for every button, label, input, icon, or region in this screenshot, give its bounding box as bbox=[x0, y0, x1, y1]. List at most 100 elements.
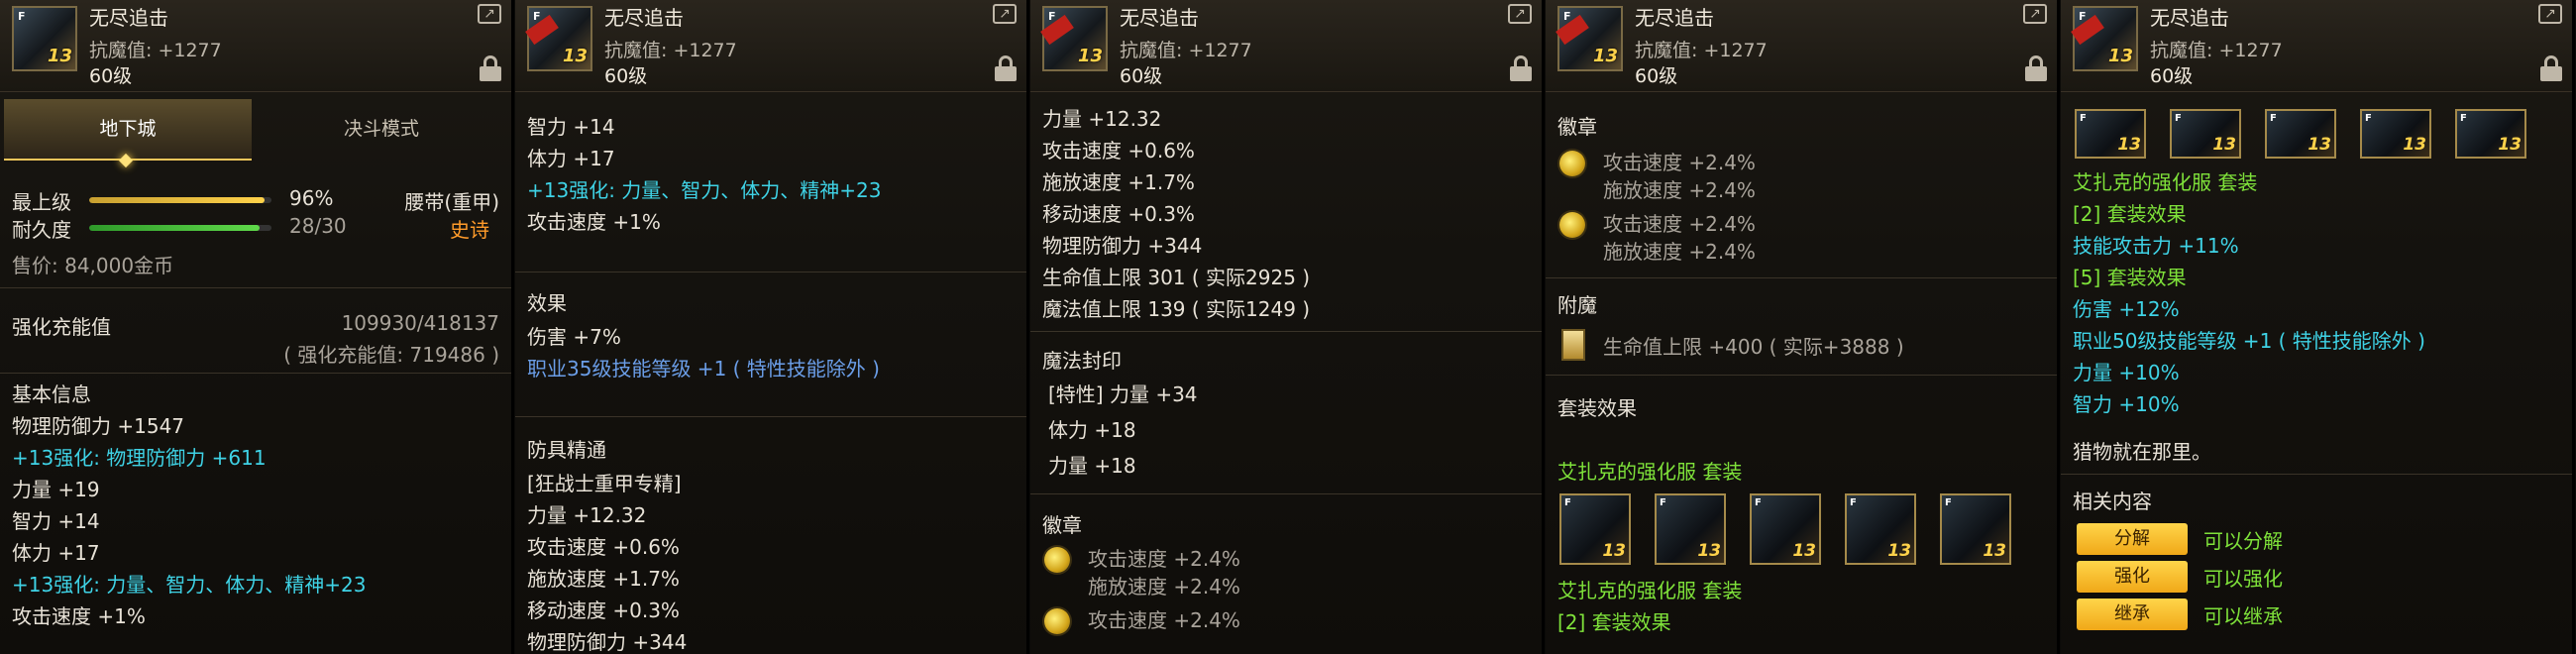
set-bonus-line: 智力 +10% bbox=[2073, 392, 2180, 416]
stat-line: 攻击速度 +1% bbox=[12, 604, 146, 628]
set-item-icon[interactable]: F 13 bbox=[1750, 493, 1821, 565]
set-bonus-line: 伤害 +12% bbox=[2073, 297, 2180, 321]
set-item-icon[interactable]: F 13 bbox=[2170, 109, 2241, 159]
grade-bar-fill bbox=[89, 197, 265, 203]
share-icon[interactable]: ↗ bbox=[993, 4, 1017, 24]
lock-icon[interactable] bbox=[995, 55, 1017, 81]
charge-label: 强化充能值 bbox=[12, 315, 111, 339]
enchant-title: 附魔 bbox=[1557, 293, 1597, 317]
equipped-stamp-icon bbox=[525, 14, 559, 46]
item-name: 无尽追击 bbox=[1120, 6, 1199, 30]
mastery-line: 攻击速度 +0.6% bbox=[527, 535, 680, 559]
magic-seal-line: [特性] 力量 +34 bbox=[1048, 382, 1198, 406]
item-icon-tag: F bbox=[1048, 10, 1056, 23]
mastery-line: 施放速度 +1.7% bbox=[527, 567, 680, 591]
emblem-icon[interactable] bbox=[1044, 608, 1070, 634]
stat-line: 物理防御力 +1547 bbox=[12, 414, 185, 438]
set-item-tag: F bbox=[2175, 113, 2182, 124]
item-level: 60级 bbox=[2150, 65, 2194, 87]
mastery-line: 移动速度 +0.3% bbox=[527, 599, 680, 622]
share-icon[interactable]: ↗ bbox=[478, 4, 501, 24]
set-item-icon[interactable]: F 13 bbox=[2455, 109, 2526, 159]
set-item-tag: F bbox=[2270, 113, 2277, 124]
emblem-stat: 攻击速度 +2.4% bbox=[1088, 547, 1240, 571]
set-item-plus: 13 bbox=[1602, 541, 1626, 561]
set-item-icon[interactable]: F 13 bbox=[1940, 493, 2011, 565]
action-button[interactable]: 继承 bbox=[2077, 599, 2188, 630]
active-tab-indicator bbox=[118, 153, 134, 168]
set-item-plus: 13 bbox=[2212, 135, 2236, 155]
share-icon[interactable]: ↗ bbox=[1508, 4, 1532, 24]
item-resist: 抗魔值: +1277 bbox=[2150, 40, 2283, 61]
item-icon[interactable]: F 13 bbox=[525, 6, 592, 71]
tooltip-header: F 13 无尽追击 抗魔值: +1277 60级 ↗ bbox=[515, 0, 1026, 92]
enchant-card-icon[interactable] bbox=[1561, 329, 1585, 361]
item-icon[interactable]: F 13 bbox=[1040, 6, 1108, 71]
action-description: 可以分解 bbox=[2203, 529, 2283, 553]
equipped-stamp-icon bbox=[2071, 14, 2104, 46]
lock-icon[interactable] bbox=[1510, 55, 1532, 81]
set-name: 艾扎克的强化服 套装 bbox=[1557, 460, 1743, 484]
base-info-title: 基本信息 bbox=[12, 382, 91, 406]
magic-seal-line: 体力 +18 bbox=[1048, 418, 1136, 442]
magic-seal-title: 魔法封印 bbox=[1042, 349, 1122, 373]
tab-duel[interactable]: 决斗模式 bbox=[258, 99, 505, 159]
lock-icon[interactable] bbox=[2025, 55, 2047, 81]
set-bonus-line: 力量 +10% bbox=[2073, 361, 2180, 384]
effect-line: 职业35级技能等级 +1 ( 特性技能除外 ) bbox=[527, 357, 880, 381]
tooltip-panel-3: F 13 无尽追击 抗魔值: +1277 60级 ↗ 力量 +12.32 攻击速度 … bbox=[1030, 0, 1545, 654]
set-item-icon[interactable]: F 13 bbox=[2265, 109, 2336, 159]
set-bonus-line: 技能攻击力 +11% bbox=[2073, 234, 2239, 258]
share-icon[interactable]: ↗ bbox=[2023, 4, 2047, 24]
item-name: 无尽追击 bbox=[2150, 6, 2229, 30]
set-effect-title: 套装效果 bbox=[1557, 396, 1637, 420]
emblem-title: 徽章 bbox=[1557, 115, 1597, 139]
stat-line: 移动速度 +0.3% bbox=[1042, 202, 1195, 226]
set-item-icon[interactable]: F 13 bbox=[1845, 493, 1916, 565]
charge-total: ( 强化充能值: 719486 ) bbox=[283, 343, 499, 367]
item-icon[interactable]: F 13 bbox=[2071, 6, 2138, 71]
stat-line: 魔法值上限 139 ( 实际1249 ) bbox=[1042, 297, 1311, 321]
item-icon-tag: F bbox=[18, 10, 26, 23]
action-description: 可以继承 bbox=[2203, 604, 2283, 628]
effect-line: 伤害 +7% bbox=[527, 325, 621, 349]
set-item-icon[interactable]: F 13 bbox=[2075, 109, 2146, 159]
set-item-tag: F bbox=[2365, 113, 2372, 124]
emblem-icon[interactable] bbox=[1559, 151, 1585, 176]
magic-seal-line: 力量 +18 bbox=[1048, 454, 1136, 478]
set-item-plus: 13 bbox=[1983, 541, 2006, 561]
set-item-plus: 13 bbox=[2498, 135, 2522, 155]
set-item-icon[interactable]: F 13 bbox=[1559, 493, 1631, 565]
divider bbox=[515, 416, 1026, 417]
set-item-icon[interactable]: F 13 bbox=[1655, 493, 1726, 565]
durability-label: 耐久度 bbox=[12, 218, 71, 242]
tooltip-panel-5: F 13 无尽追击 抗魔值: +1277 60级 ↗ F 13 F 13 F 13 F 13 F 1… bbox=[2061, 0, 2575, 654]
emblem-icon[interactable] bbox=[1044, 547, 1070, 573]
tab-dungeon[interactable]: 地下城 bbox=[4, 99, 252, 168]
item-plus: 13 bbox=[47, 46, 72, 66]
set-item-icon[interactable]: F 13 bbox=[2360, 109, 2431, 159]
durability-bar bbox=[89, 225, 271, 231]
set-item-plus: 13 bbox=[1792, 541, 1816, 561]
emblem-icon[interactable] bbox=[1559, 212, 1585, 238]
item-icon[interactable]: F 13 bbox=[1556, 6, 1623, 71]
stat-line: 智力 +14 bbox=[527, 115, 615, 139]
set-item-tag: F bbox=[2080, 113, 2087, 124]
mode-tabs: 地下城 决斗模式 bbox=[4, 99, 507, 168]
item-resist: 抗魔值: +1277 bbox=[1635, 40, 1768, 61]
item-icon[interactable]: F 13 bbox=[12, 6, 77, 71]
action-button[interactable]: 分解 bbox=[2077, 523, 2188, 555]
effect-title: 效果 bbox=[527, 291, 567, 315]
lock-icon[interactable] bbox=[2540, 55, 2562, 81]
set-name-2: 艾扎克的强化服 套装 bbox=[1557, 579, 1743, 602]
tooltip-header: F 13 无尽追击 抗魔值: +1277 60级 ↗ bbox=[2061, 0, 2572, 92]
lock-icon[interactable] bbox=[480, 55, 501, 81]
divider bbox=[1030, 331, 1542, 332]
stat-line: 攻击速度 +1% bbox=[527, 210, 661, 234]
share-icon[interactable]: ↗ bbox=[2538, 4, 2562, 24]
divider bbox=[2061, 474, 2572, 475]
stat-line: 生命值上限 301 ( 实际2925 ) bbox=[1042, 266, 1311, 289]
item-resist: 抗魔值: +1277 bbox=[604, 40, 737, 61]
action-button[interactable]: 强化 bbox=[2077, 561, 2188, 593]
divider bbox=[1546, 375, 2057, 376]
